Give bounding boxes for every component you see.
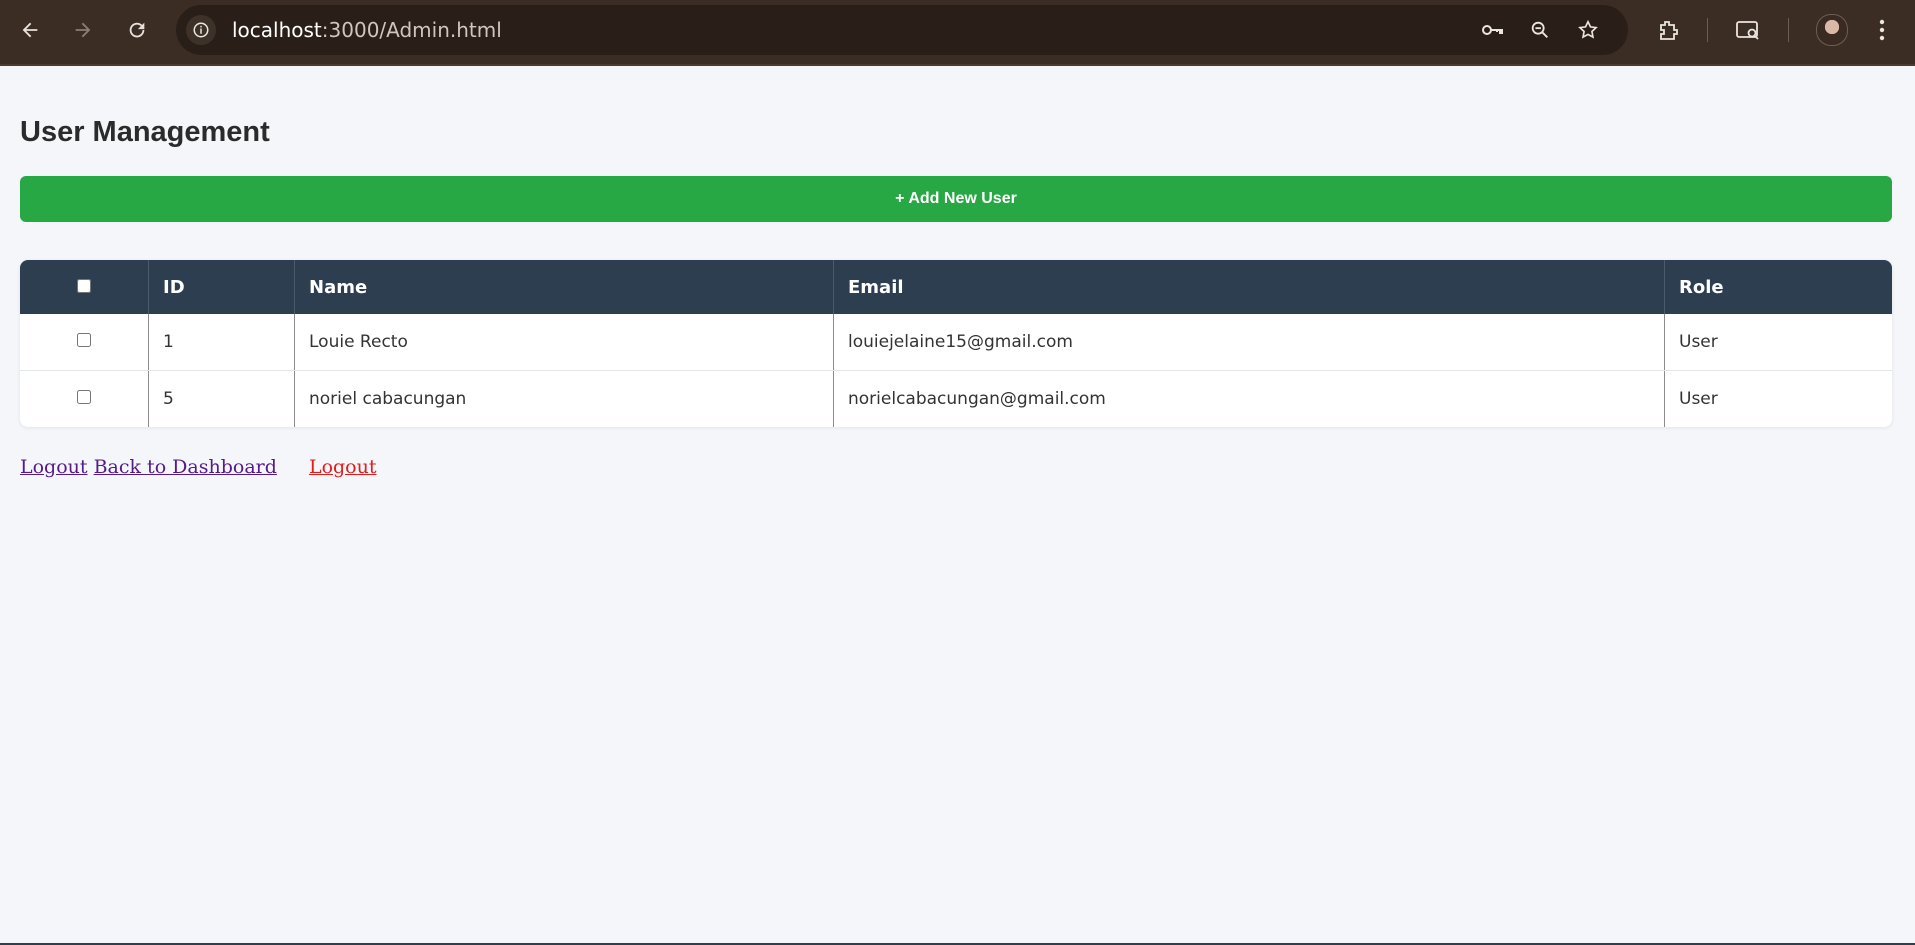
forward-arrow-icon[interactable]	[67, 14, 99, 46]
table-row: 1 Louie Recto louiejelaine15@gmail.com U…	[20, 314, 1892, 371]
site-info-icon[interactable]	[186, 15, 216, 45]
cell-id: 5	[148, 370, 295, 427]
reload-icon[interactable]	[121, 14, 153, 46]
profile-avatar[interactable]	[1816, 14, 1848, 46]
cell-id: 1	[148, 314, 295, 371]
logout-link[interactable]: Logout	[20, 456, 88, 478]
header-email: Email	[833, 260, 1665, 314]
row-checkbox-cell	[20, 314, 149, 371]
footer-links: Logout Back to Dashboard Logout	[20, 456, 376, 478]
address-bar[interactable]: localhost:3000/Admin.html	[176, 5, 1628, 55]
page-title: User Management	[20, 116, 270, 148]
extensions-icon[interactable]	[1652, 14, 1684, 46]
cell-role: User	[1679, 389, 1718, 409]
toolbar-divider	[1788, 18, 1789, 42]
table-header-row: ID Name Email Role	[20, 260, 1892, 314]
browser-toolbar: localhost:3000/Admin.html	[0, 0, 1915, 66]
users-table: ID Name Email Role 1 Louie Recto louieje…	[20, 260, 1892, 427]
cell-name: Louie Recto	[294, 314, 834, 371]
menu-kebab-icon[interactable]	[1866, 14, 1898, 46]
toolbar-divider	[1707, 18, 1708, 42]
key-icon[interactable]	[1480, 18, 1504, 42]
zoom-icon[interactable]	[1528, 18, 1552, 42]
users-table-container: ID Name Email Role 1 Louie Recto louieje…	[20, 260, 1892, 427]
select-all-checkbox[interactable]	[77, 278, 91, 293]
back-to-dashboard-link[interactable]: Back to Dashboard	[94, 456, 277, 478]
cell-role: User	[1664, 314, 1892, 371]
row-checkbox-cell	[20, 370, 149, 427]
url-text[interactable]: localhost:3000/Admin.html	[232, 5, 502, 55]
bookmark-star-icon[interactable]	[1576, 18, 1600, 42]
select-all-header	[20, 260, 149, 314]
header-name: Name	[294, 260, 834, 314]
back-arrow-icon[interactable]	[14, 14, 46, 46]
cell-name: noriel cabacungan	[294, 370, 834, 427]
logout-link-red[interactable]: Logout	[309, 456, 377, 478]
row-checkbox[interactable]	[77, 390, 91, 404]
table-row: 5 noriel cabacungan norielcabacungan@gma…	[20, 370, 1892, 427]
add-new-user-button[interactable]: + Add New User	[20, 176, 1892, 222]
header-role: Role	[1664, 260, 1892, 314]
header-id: ID	[148, 260, 295, 314]
cell-email: louiejelaine15@gmail.com	[833, 314, 1665, 371]
tab-search-icon[interactable]	[1732, 14, 1764, 46]
row-checkbox[interactable]	[77, 333, 91, 347]
page-content: User Management + Add New User ID Name E…	[0, 66, 1915, 943]
cell-email: norielcabacungan@gmail.com	[833, 370, 1665, 427]
